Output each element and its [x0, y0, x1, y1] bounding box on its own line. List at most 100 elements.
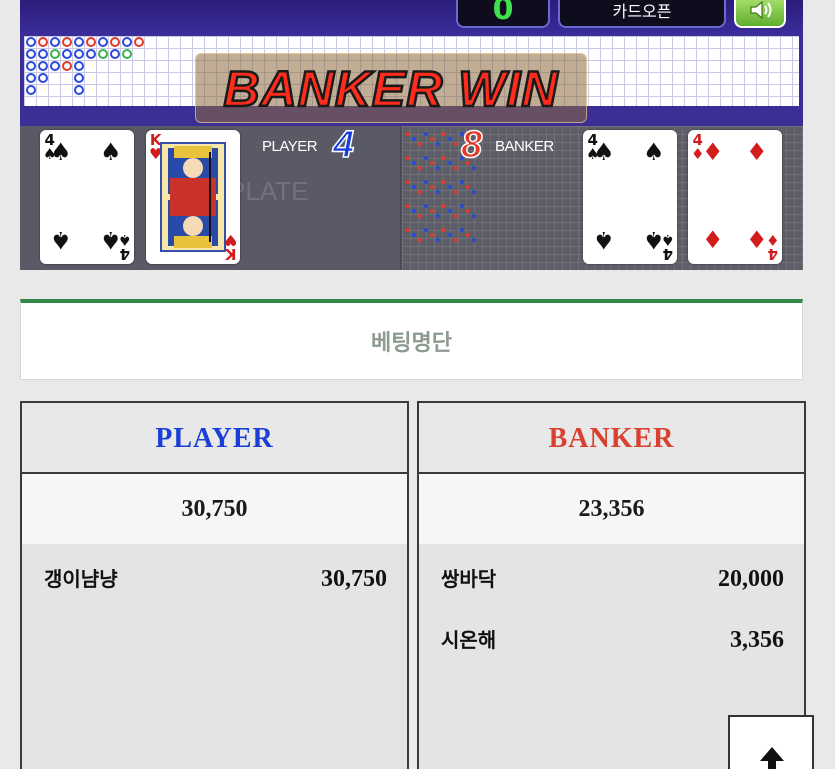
- roadmap-bead: [26, 61, 36, 71]
- roadmap-dot: [436, 190, 440, 194]
- roadmap-dot: [430, 161, 434, 165]
- player-bets-total: 30,750: [22, 474, 407, 544]
- roadmap-bead: [26, 37, 36, 47]
- roadmap-bead: [86, 37, 96, 47]
- card-corner: 4 ♠: [660, 231, 674, 263]
- roadmap-bead: [62, 61, 72, 71]
- speaker-icon: [750, 0, 772, 20]
- roadmap-dot: [424, 204, 428, 208]
- roadmap-dot: [424, 228, 428, 232]
- roadmap-dot: [418, 238, 422, 242]
- banker-card-2: 4 ♦ ♦ ♦ ♦ ♦ 4 ♦: [688, 130, 782, 264]
- roadmap-dot: [418, 214, 422, 218]
- card-open-button[interactable]: 카드오픈: [558, 0, 726, 28]
- roadmap-bead: [38, 73, 48, 83]
- result-banner-text: BANKER WIN: [222, 60, 559, 119]
- sound-button[interactable]: [734, 0, 786, 28]
- roadmap-dot: [448, 185, 452, 189]
- diamond-pip: ♦: [746, 226, 768, 254]
- player-hand-label: PLAYER: [262, 138, 318, 155]
- roadmap-dot: [442, 180, 446, 184]
- roadmap-bead: [50, 37, 60, 47]
- roadmap-dot: [412, 137, 416, 141]
- card-corner: K ♥: [223, 231, 237, 263]
- roadmap-dot: [436, 238, 440, 242]
- roadmap-dot: [448, 233, 452, 237]
- roadmap-dot: [442, 228, 446, 232]
- roadmap-dot: [436, 166, 440, 170]
- betting-list-title: 베팅명단: [371, 331, 452, 356]
- roadmap-bead: [122, 49, 132, 59]
- roadmap-dot: [430, 137, 434, 141]
- player-bets-heading: PLAYER: [22, 403, 407, 474]
- roadmap-bead: [74, 85, 84, 95]
- spade-pip: ♠: [593, 138, 615, 166]
- spade-pip: ♠: [593, 226, 615, 254]
- roadmap-dot: [454, 238, 458, 242]
- roadmap-bead: [110, 49, 120, 59]
- roadmap-dot: [466, 209, 470, 213]
- arrow-up-icon: [760, 747, 784, 769]
- roadmap-bead: [62, 37, 72, 47]
- roadmap-dot: [448, 137, 452, 141]
- roadmap-bead: [50, 61, 60, 71]
- roadmap-dot: [406, 156, 410, 160]
- roadmap-bead: [74, 49, 84, 59]
- bet-amount: 30,750: [321, 566, 387, 592]
- roadmap-dot: [430, 233, 434, 237]
- bet-row: 쌍바닥 20,000: [441, 559, 784, 599]
- roadmap-dot: [442, 156, 446, 160]
- roadmap-bead: [26, 73, 36, 83]
- player-bets-panel: PLAYER 30,750 갱이냠냥 30,750: [20, 401, 409, 769]
- roadmap-bead: [26, 85, 36, 95]
- banker-bets-heading: BANKER: [419, 403, 804, 474]
- roadmap-dot: [418, 142, 422, 146]
- roadmap-dot: [472, 190, 476, 194]
- bettor-name: 쌍바닥: [441, 567, 497, 591]
- roadmap-bead: [74, 73, 84, 83]
- roadmap-dot: [454, 166, 458, 170]
- page: 0 카드오픈 PLATE BANKER WIN PLAYER 4 8 BANKE…: [0, 0, 835, 769]
- roadmap-bead: [38, 49, 48, 59]
- roadmap-bead: [74, 37, 84, 47]
- roadmap-dot: [418, 166, 422, 170]
- scroll-to-top-button[interactable]: [728, 715, 814, 769]
- spade-pip: ♠: [100, 138, 122, 166]
- roadmap-dot: [406, 132, 410, 136]
- card-corner: 4 ♠: [117, 231, 131, 263]
- round-counter: 0: [456, 0, 550, 28]
- roadmap-bead: [62, 49, 72, 59]
- game-table: 0 카드오픈: [20, 0, 803, 270]
- roadmap-dot: [436, 214, 440, 218]
- roadmap-bead: [50, 49, 60, 59]
- roadmap-dot: [406, 204, 410, 208]
- roadmap-dot: [418, 190, 422, 194]
- banker-bets-total: 23,356: [419, 474, 804, 544]
- roadmap-dot: [466, 233, 470, 237]
- diamond-pip: ♦: [702, 226, 724, 254]
- roadmap-dot: [412, 161, 416, 165]
- roadmap-dot: [412, 185, 416, 189]
- roadmap-dot: [442, 132, 446, 136]
- player-score: 4: [332, 123, 355, 167]
- banker-bets-panel: BANKER 23,356 쌍바닥 20,000 시온해 3,356: [417, 401, 806, 769]
- roadmap-dot: [424, 156, 428, 160]
- roadmap-dot: [436, 142, 440, 146]
- bet-amount: 20,000: [718, 566, 784, 592]
- roadmap-dot: [448, 209, 452, 213]
- banker-card-1: 4 ♠ ♠ ♠ ♠ ♠ 4 ♠: [583, 130, 677, 264]
- roadmap-dot: [472, 214, 476, 218]
- roadmap-bead: [98, 37, 108, 47]
- roadmap-bead: [26, 49, 36, 59]
- betting-list-header: 베팅명단: [20, 299, 803, 380]
- card-corner: 4 ♦: [765, 231, 779, 263]
- roadmap-dot: [406, 228, 410, 232]
- bettor-name: 갱이냠냥: [44, 567, 118, 591]
- banker-score: 8: [460, 123, 483, 167]
- roadmap-dot: [460, 204, 464, 208]
- roadmap-bead: [110, 37, 120, 47]
- roadmap-dot: [442, 204, 446, 208]
- hand-display: [20, 126, 803, 270]
- roadmap-dot: [430, 185, 434, 189]
- roadmap-bead: [74, 61, 84, 71]
